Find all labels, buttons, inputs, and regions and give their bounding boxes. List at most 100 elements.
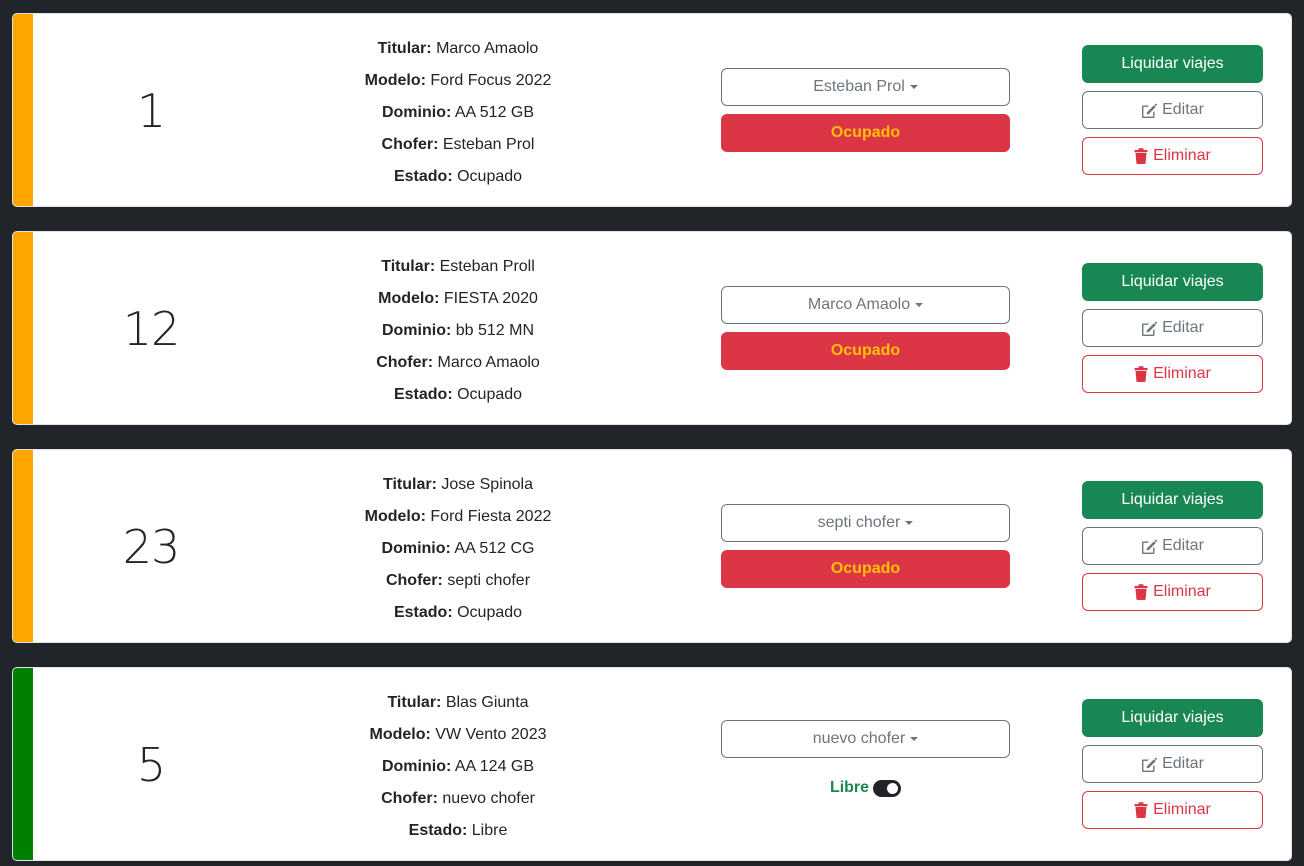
car-card: 12 Titular: Esteban Proll Modelo: FIESTA… <box>12 231 1292 425</box>
status-ocupado-button[interactable]: Ocupado <box>721 332 1010 370</box>
dominio-row: Dominio: AA 512 CG <box>313 533 603 565</box>
titular-label: Titular: <box>382 476 437 493</box>
edit-icon <box>1141 321 1158 336</box>
edit-button[interactable]: Editar <box>1082 745 1263 783</box>
modelo-value: Ford Focus 2022 <box>430 72 552 89</box>
dominio-label: Dominio: <box>381 758 452 775</box>
car-card: 23 Titular: Jose Spinola Modelo: Ford Fi… <box>12 449 1292 643</box>
estado-value: Libre <box>471 822 508 839</box>
titular-label: Titular: <box>381 258 436 275</box>
estado-label: Estado: <box>393 604 453 621</box>
status-stripe <box>13 232 33 424</box>
delete-button[interactable]: Eliminar <box>1082 137 1263 175</box>
liquidar-viajes-button[interactable]: Liquidar viajes <box>1082 699 1263 737</box>
chofer-row: Chofer: septi chofer <box>313 565 603 597</box>
modelo-value: Ford Fiesta 2022 <box>430 508 552 525</box>
liquidar-viajes-button[interactable]: Liquidar viajes <box>1082 481 1263 519</box>
car-card: 1 Titular: Marco Amaolo Modelo: Ford Foc… <box>12 13 1292 207</box>
liquidar-viajes-button[interactable]: Liquidar viajes <box>1082 263 1263 301</box>
dominio-label: Dominio: <box>381 322 452 339</box>
titular-value: Jose Spinola <box>441 476 533 493</box>
modelo-label: Modelo: <box>378 290 440 307</box>
caret-down-icon <box>915 303 924 307</box>
car-number: 23 <box>122 520 181 574</box>
titular-row: Titular: Jose Spinola <box>313 469 603 501</box>
delete-button[interactable]: Eliminar <box>1082 573 1263 611</box>
edit-button[interactable]: Editar <box>1082 91 1263 129</box>
delete-button[interactable]: Eliminar <box>1082 355 1263 393</box>
chofer-label: Chofer: <box>376 354 434 371</box>
chofer-label: Chofer: <box>381 790 438 807</box>
chofer-dropdown[interactable]: Marco Amaolo <box>721 286 1010 324</box>
modelo-label: Modelo: <box>369 726 431 743</box>
status-toggle-switch[interactable] <box>873 779 902 797</box>
dominio-value: AA 512 GB <box>454 104 535 121</box>
modelo-row: Modelo: Ford Fiesta 2022 <box>313 501 603 533</box>
estado-label: Estado: <box>393 386 453 403</box>
dominio-row: Dominio: AA 124 GB <box>313 751 603 783</box>
status-stripe <box>13 14 33 206</box>
chofer-dropdown[interactable]: septi chofer <box>721 504 1010 542</box>
car-info: Titular: Jose Spinola Modelo: Ford Fiest… <box>313 469 603 629</box>
chofer-row: Chofer: Marco Amaolo <box>313 347 603 379</box>
delete-label: Eliminar <box>1153 365 1211 382</box>
dominio-row: Dominio: bb 512 MN <box>313 315 603 347</box>
chofer-dropdown-label: Esteban Prol <box>813 78 905 95</box>
liquidar-viajes-button[interactable]: Liquidar viajes <box>1082 45 1263 83</box>
trash-icon <box>1134 148 1148 164</box>
dominio-value: AA 124 GB <box>454 758 535 775</box>
modelo-label: Modelo: <box>364 508 426 525</box>
status-stripe <box>13 450 33 642</box>
trash-icon <box>1134 584 1148 600</box>
delete-label: Eliminar <box>1153 583 1211 600</box>
chofer-dropdown-label: nuevo chofer <box>812 730 906 747</box>
estado-label: Estado: <box>408 822 468 839</box>
toggle-knob <box>887 782 899 794</box>
estado-row: Estado: Ocupado <box>313 379 603 411</box>
modelo-label: Modelo: <box>364 72 426 89</box>
chofer-dropdown[interactable]: Esteban Prol <box>721 68 1010 106</box>
caret-down-icon <box>905 521 914 525</box>
trash-icon <box>1134 802 1148 818</box>
edit-button[interactable]: Editar <box>1082 527 1263 565</box>
chofer-value: septi chofer <box>447 572 531 589</box>
delete-button[interactable]: Eliminar <box>1082 791 1263 829</box>
delete-label: Eliminar <box>1153 801 1211 818</box>
chofer-value: Marco Amaolo <box>437 354 540 371</box>
chofer-dropdown-label: septi chofer <box>817 514 901 531</box>
estado-value: Ocupado <box>457 386 523 403</box>
edit-label: Editar <box>1162 101 1204 118</box>
estado-label: Estado: <box>393 168 453 185</box>
chofer-label: Chofer: <box>381 136 439 153</box>
chofer-label: Chofer: <box>385 572 443 589</box>
status-toggle-group: Libre <box>721 776 1010 800</box>
car-number: 1 <box>136 84 166 138</box>
modelo-row: Modelo: VW Vento 2023 <box>313 719 603 751</box>
dominio-row: Dominio: AA 512 GB <box>313 97 603 129</box>
titular-row: Titular: Marco Amaolo <box>313 33 603 65</box>
caret-down-icon <box>910 737 919 741</box>
chofer-row: Chofer: Esteban Prol <box>313 129 603 161</box>
edit-label: Editar <box>1162 319 1204 336</box>
edit-icon <box>1141 103 1158 118</box>
estado-row: Estado: Libre <box>313 815 603 847</box>
modelo-value: FIESTA 2020 <box>443 290 538 307</box>
estado-row: Estado: Ocupado <box>313 161 603 193</box>
car-card: 5 Titular: Blas Giunta Modelo: VW Vento … <box>12 667 1292 861</box>
car-number: 5 <box>136 738 166 792</box>
modelo-value: VW Vento 2023 <box>435 726 547 743</box>
edit-icon <box>1141 757 1158 772</box>
titular-row: Titular: Blas Giunta <box>313 687 603 719</box>
titular-label: Titular: <box>387 694 442 711</box>
status-ocupado-button[interactable]: Ocupado <box>721 550 1010 588</box>
caret-down-icon <box>909 85 918 89</box>
chofer-dropdown[interactable]: nuevo chofer <box>721 720 1010 758</box>
estado-value: Ocupado <box>457 604 523 621</box>
modelo-row: Modelo: Ford Focus 2022 <box>313 65 603 97</box>
edit-button[interactable]: Editar <box>1082 309 1263 347</box>
titular-value: Blas Giunta <box>445 694 529 711</box>
modelo-row: Modelo: FIESTA 2020 <box>313 283 603 315</box>
titular-label: Titular: <box>377 40 432 57</box>
titular-value: Esteban Proll <box>439 258 535 275</box>
status-ocupado-button[interactable]: Ocupado <box>721 114 1010 152</box>
